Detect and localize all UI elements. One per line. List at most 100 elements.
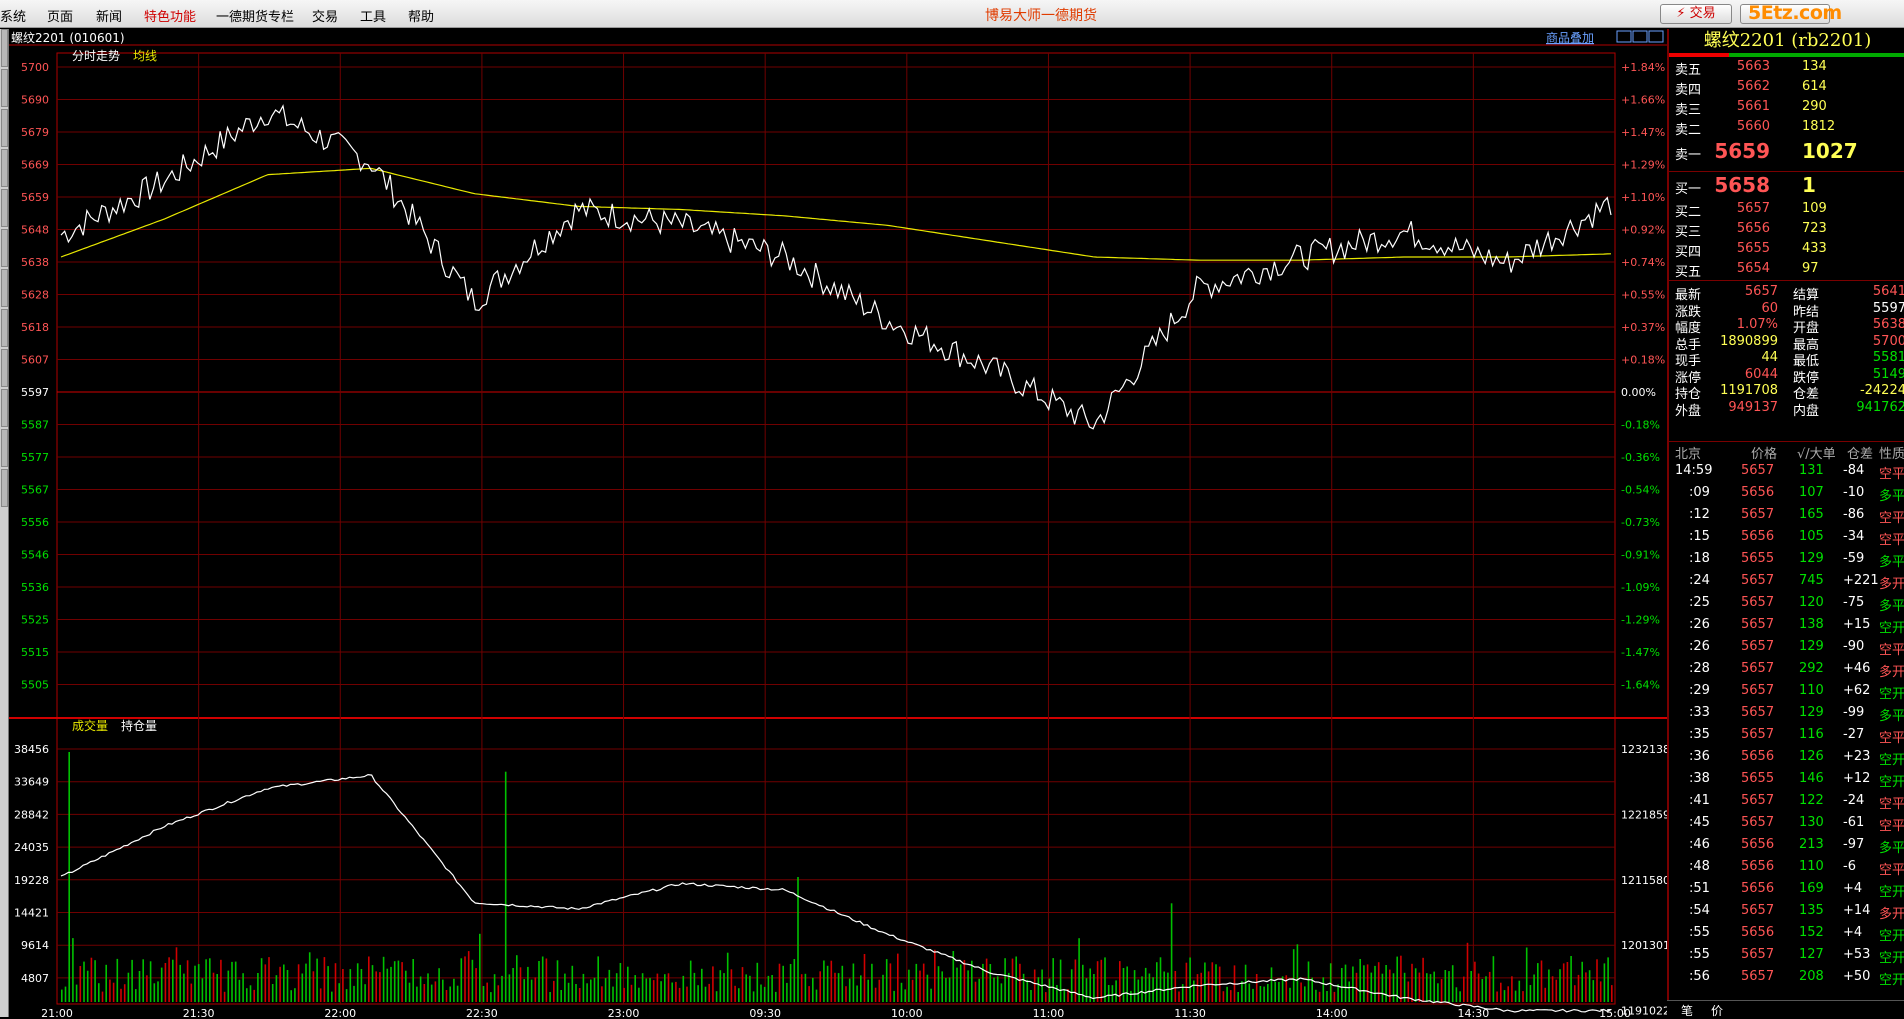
menu-help[interactable]: 帮助 bbox=[408, 6, 434, 25]
volume-bar bbox=[1574, 985, 1576, 1002]
tab-ticks[interactable]: 笔 bbox=[1681, 1002, 1693, 1019]
volume-bar bbox=[316, 958, 318, 1002]
menu-trade[interactable]: 交易 bbox=[312, 6, 338, 25]
volume-bar bbox=[75, 984, 78, 1002]
volume-bar bbox=[1137, 979, 1140, 1002]
volume-bar bbox=[1052, 958, 1054, 1002]
left-tab[interactable] bbox=[1, 429, 8, 467]
volume-bar bbox=[279, 966, 281, 1002]
volume-bar bbox=[412, 959, 414, 1002]
left-tab[interactable] bbox=[1, 149, 8, 187]
volume-bar bbox=[1204, 962, 1206, 1002]
volume-bar bbox=[1174, 971, 1177, 1002]
oi-label: 持仓量 bbox=[121, 718, 157, 733]
volume-bar bbox=[1522, 991, 1524, 1002]
tab-price[interactable]: 价 bbox=[1711, 1002, 1723, 1019]
volume-bar bbox=[985, 958, 988, 1002]
volume-bar bbox=[1082, 964, 1084, 1002]
volume-bar bbox=[382, 956, 385, 1002]
bid-row-best: 买一 5658 1 bbox=[1675, 173, 1816, 197]
volume-bar bbox=[467, 951, 470, 1002]
volume-bar bbox=[1304, 986, 1306, 1002]
volume-bar bbox=[1518, 980, 1521, 1002]
volume-bar bbox=[1463, 976, 1465, 1002]
volume-bar bbox=[216, 974, 218, 1002]
volume-bar bbox=[205, 959, 207, 1002]
volume-bar bbox=[897, 953, 899, 1002]
menu-news[interactable]: 新闻 bbox=[96, 6, 122, 25]
menu-yide-column[interactable]: 一德期货专栏 bbox=[216, 6, 294, 25]
volume-bar bbox=[79, 966, 82, 1002]
layout-icon[interactable] bbox=[1648, 30, 1664, 43]
left-tab[interactable] bbox=[1, 269, 8, 307]
overlay-link[interactable]: 商品叠加 bbox=[1546, 30, 1594, 45]
volume-bar bbox=[1562, 963, 1565, 1002]
menu-page[interactable]: 页面 bbox=[47, 6, 73, 25]
left-tab[interactable] bbox=[1, 309, 8, 347]
volume-bar bbox=[948, 977, 951, 1002]
tick-row: :36 5656 126 +23 空开 bbox=[1689, 749, 1904, 768]
volume-bar bbox=[109, 979, 111, 1002]
volume-bar bbox=[1163, 971, 1165, 1002]
volume-bar bbox=[482, 986, 485, 1002]
volume-bar bbox=[627, 966, 629, 1002]
pct-tick-label: +0.92% bbox=[1621, 224, 1665, 237]
bid-row: 买四 5655 433 bbox=[1675, 241, 1827, 260]
volume-bar bbox=[456, 985, 459, 1002]
left-tab[interactable] bbox=[1, 189, 8, 227]
left-tab[interactable] bbox=[1, 469, 8, 507]
pct-tick-label: +0.37% bbox=[1621, 321, 1665, 334]
zoom-in-icon[interactable] bbox=[1632, 30, 1648, 43]
tick-row: :26 5657 138 +15 空开 bbox=[1689, 617, 1904, 636]
volume-bar bbox=[989, 964, 992, 1002]
volume-bar bbox=[427, 973, 429, 1002]
volume-bar bbox=[1074, 959, 1077, 1002]
volume-bar bbox=[1300, 982, 1302, 1002]
left-tab[interactable] bbox=[1, 389, 8, 427]
pct-tick-label: +0.74% bbox=[1621, 256, 1665, 269]
volume-bar bbox=[649, 977, 651, 1002]
menu-tools[interactable]: 工具 bbox=[360, 6, 386, 25]
volume-bar bbox=[157, 981, 159, 1002]
volume-bar bbox=[571, 965, 574, 1002]
menu-system[interactable]: 系统 bbox=[0, 6, 26, 25]
volume-bar bbox=[945, 977, 947, 1002]
tick-row: 14:59 5657 131 -84 空平 bbox=[1675, 463, 1904, 482]
volume-bar bbox=[630, 984, 633, 1002]
intraday-chart[interactable]: 5700 +1.84% 5690 +1.66% 5679 +1.47% 5669 +1.29%… bbox=[9, 29, 1667, 1017]
left-tab[interactable] bbox=[1, 109, 8, 147]
zoom-out-icon[interactable] bbox=[1616, 30, 1632, 43]
volume-bar bbox=[1440, 979, 1443, 1002]
volume-bar bbox=[819, 971, 821, 1002]
volume-bar bbox=[1152, 977, 1154, 1002]
volume-bar bbox=[227, 970, 230, 1002]
volume-bar bbox=[660, 981, 662, 1002]
volume-bar bbox=[830, 960, 833, 1002]
volume-bar bbox=[978, 978, 980, 1002]
ask-row: 卖二 5660 1812 bbox=[1675, 119, 1836, 138]
left-tab[interactable] bbox=[1, 69, 8, 107]
quote-panel: 螺纹2201 (rb2201) 卖五 5663 134 卖四 5662 614 卖三 56… bbox=[1667, 29, 1904, 1017]
left-tab[interactable] bbox=[1, 229, 8, 267]
volume-bar bbox=[1329, 963, 1332, 1002]
volume-bar bbox=[1322, 977, 1325, 1002]
volume-bar bbox=[993, 977, 995, 1002]
volume-bar bbox=[1363, 965, 1365, 1002]
volume-bar bbox=[930, 988, 932, 1002]
volume-bar bbox=[745, 974, 747, 1002]
tick-row: :56 5657 208 +50 空开 bbox=[1689, 969, 1904, 988]
pct-tick-label: -1.29% bbox=[1621, 614, 1660, 627]
volume-tick-label: 19228 bbox=[14, 874, 49, 887]
left-tab[interactable] bbox=[1, 29, 8, 67]
trade-button[interactable]: ⚡ 交易 bbox=[1660, 4, 1732, 24]
volume-bar bbox=[1585, 972, 1587, 1002]
volume-bar bbox=[701, 968, 703, 1002]
volume-bar bbox=[1485, 976, 1487, 1002]
pct-tick-label: -0.18% bbox=[1621, 419, 1660, 432]
volume-bar bbox=[290, 990, 292, 1002]
menu-special[interactable]: 特色功能 bbox=[144, 6, 196, 25]
tick-row: :35 5657 116 -27 空平 bbox=[1689, 727, 1904, 746]
volume-bar bbox=[871, 963, 873, 1002]
left-tab[interactable] bbox=[1, 349, 8, 387]
volume-bar bbox=[375, 971, 377, 1002]
